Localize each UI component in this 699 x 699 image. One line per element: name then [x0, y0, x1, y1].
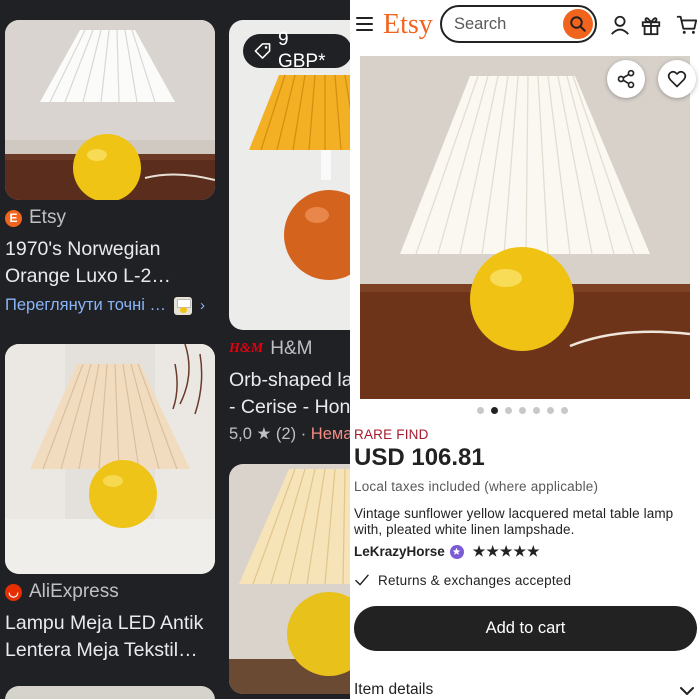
share-button[interactable]: [607, 60, 645, 98]
result-source-label: H&M: [270, 338, 313, 359]
gallery-dot[interactable]: [547, 407, 554, 414]
result-source-aliexpress[interactable]: ◡ AliExpress: [5, 581, 119, 603]
result-title-line: 1970's Norwegian: [5, 238, 161, 260]
seller-rating-stars: ★★★★★: [472, 543, 541, 559]
result-title-hm[interactable]: Orb-shaped la - Cerise - Hon: [229, 367, 352, 420]
etsy-logo-icon: E: [5, 209, 22, 227]
hm-logo-icon: H&M: [229, 341, 264, 356]
returns-info: Returns & exchanges accepted: [354, 572, 571, 588]
result-title-line: Orange Luxo L-2…: [5, 264, 171, 287]
aliexpress-logo-icon: ◡: [5, 583, 22, 601]
tax-note: Local taxes included (where applicable): [354, 479, 599, 494]
separator-dot: ·: [300, 425, 311, 443]
product-main-image[interactable]: [360, 56, 690, 399]
price-badge-label: 9 GBP*: [277, 29, 326, 72]
result-image-4[interactable]: [229, 464, 352, 694]
result-title-etsy[interactable]: 1970's Norwegian Orange Luxo L-2…: [5, 236, 215, 289]
search-results-panel: E Etsy 1970's Norwegian Orange Luxo L-2……: [0, 0, 352, 699]
result-image-5[interactable]: [5, 686, 215, 699]
star-seller-badge-icon: [449, 544, 464, 559]
etsy-logo[interactable]: Etsy: [383, 9, 433, 41]
result-image-etsy[interactable]: [5, 20, 215, 200]
chevron-right-icon: ›: [199, 297, 205, 314]
result-source-etsy[interactable]: E Etsy: [5, 207, 66, 229]
view-similar-label: Переглянути точні …: [5, 296, 166, 314]
star-icon: ★: [256, 425, 272, 443]
gallery-dot[interactable]: [519, 407, 526, 414]
result-title-line: Lentera Meja Tekstil…: [5, 638, 198, 661]
result-image-aliexpress[interactable]: [5, 344, 215, 574]
stock-status: Нема: [310, 425, 352, 443]
heart-icon: [667, 70, 687, 88]
result-title-line: Orb-shaped la: [229, 369, 352, 391]
search-icon: [570, 16, 586, 32]
returns-label: Returns & exchanges accepted: [378, 572, 572, 588]
product-description: Vintage sunflower yellow lacquered metal…: [354, 506, 674, 537]
search-button[interactable]: [563, 9, 593, 39]
favorite-button[interactable]: [658, 60, 696, 98]
result-title-line: Lampu Meja LED Antik: [5, 612, 204, 634]
rating-count: (2): [275, 425, 297, 443]
gallery-dot[interactable]: [505, 407, 512, 414]
search-input[interactable]: [452, 14, 556, 35]
product-price: USD 106.81: [354, 444, 485, 471]
gallery-dot[interactable]: [477, 407, 484, 414]
check-icon: [355, 574, 369, 586]
result-rating-hm: 5,0 ★ (2) · Нема: [229, 424, 352, 444]
lamp-thumbnail-icon: [173, 296, 192, 315]
result-source-label: Etsy: [29, 207, 66, 228]
gallery-dot[interactable]: [533, 407, 540, 414]
view-similar-link[interactable]: Переглянути точні … ›: [5, 296, 205, 315]
etsy-header: Etsy: [350, 0, 699, 52]
etsy-product-panel: Etsy Search RARE FIND USD 106.81 Local t…: [350, 0, 699, 699]
share-icon: [617, 69, 635, 89]
result-title-line: - Cerise - Hon: [229, 395, 351, 418]
gallery-pagination: [477, 407, 568, 414]
seller-info[interactable]: LeKrazyHorse ★★★★★: [354, 543, 541, 560]
gift-icon[interactable]: [640, 14, 662, 36]
gallery-dot[interactable]: [491, 407, 498, 414]
seller-name[interactable]: LeKrazyHorse: [354, 544, 445, 559]
search-bar: [440, 5, 597, 43]
item-details-toggle[interactable]: Item details: [354, 681, 433, 699]
result-title-aliexpress[interactable]: Lampu Meja LED Antik Lentera Meja Teksti…: [5, 610, 220, 663]
cart-icon[interactable]: [676, 14, 698, 36]
rare-find-badge: RARE FIND: [354, 427, 429, 442]
hamburger-icon[interactable]: [356, 17, 373, 31]
user-icon[interactable]: [609, 14, 631, 36]
tag-icon: [254, 43, 271, 59]
rating-value: 5,0: [229, 425, 252, 443]
gallery-dot[interactable]: [561, 407, 568, 414]
chevron-down-icon[interactable]: [680, 686, 694, 696]
result-source-hm[interactable]: H&M H&M: [229, 338, 312, 360]
price-badge: 9 GBP*: [243, 29, 352, 72]
add-to-cart-button[interactable]: Add to cart: [354, 606, 697, 651]
result-source-label: AliExpress: [29, 581, 119, 602]
